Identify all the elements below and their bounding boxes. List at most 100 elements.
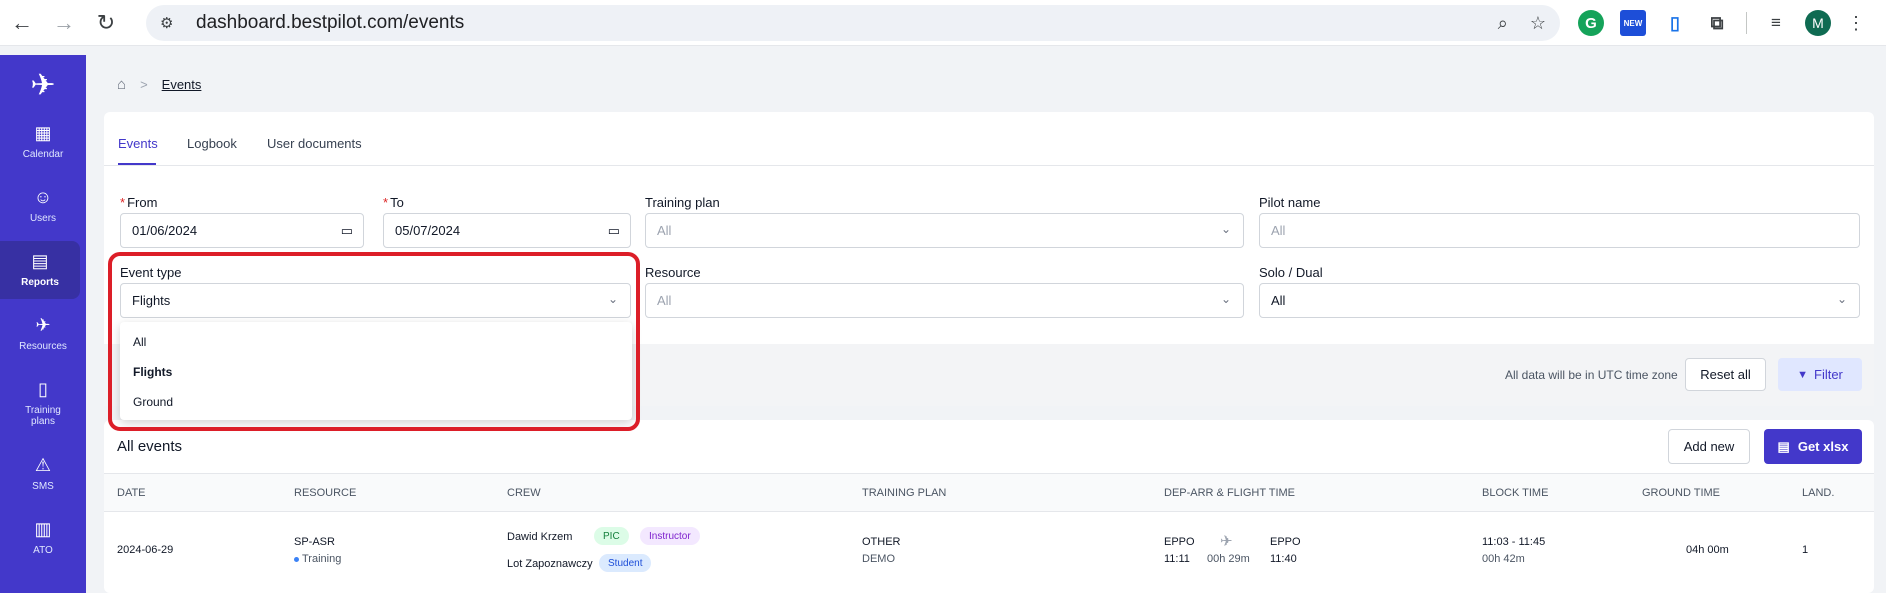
extensions-puzzle-icon[interactable]: ⧉	[1704, 10, 1730, 36]
forward-icon[interactable]: →	[50, 9, 78, 37]
column-header-block-time[interactable]: BLOCK TIME	[1482, 487, 1548, 499]
sidebar-item-label: Resources	[19, 341, 67, 352]
sidebar-item-label: Users	[29, 213, 57, 224]
sidebar-item-reports[interactable]: ▤ Reports	[0, 241, 80, 299]
from-label: * From	[120, 195, 158, 210]
column-header-landings[interactable]: LAND.	[1802, 487, 1834, 499]
sidebar-item-resources[interactable]: ✈ Resources	[0, 315, 86, 352]
active-tab-indicator	[118, 163, 156, 165]
crew-name: Lot Zapoznawczy	[507, 558, 593, 570]
to-date-input[interactable]: 05/07/2024 ▭	[383, 213, 631, 248]
chevron-down-icon: ⌄	[1220, 292, 1231, 306]
breadcrumb: ⌂ > Events	[117, 76, 201, 93]
building-icon: ▥	[34, 519, 52, 539]
row-flight-time: 00h 29m	[1207, 553, 1250, 565]
get-xlsx-label: Get xlsx	[1797, 439, 1849, 454]
filter-button-label: Filter	[1814, 367, 1843, 382]
sidebar-item-label: SMS	[32, 481, 54, 492]
from-date-input[interactable]: 01/06/2024 ▭	[120, 213, 364, 248]
address-bar[interactable]: ⚙ dashboard.bestpilot.com/events ⌕ ☆	[146, 5, 1560, 41]
resource-select[interactable]: All ⌄	[645, 283, 1244, 318]
table-header	[104, 473, 1874, 512]
pilot-name-label: Pilot name	[1259, 195, 1321, 210]
row-arrival: EPPO	[1270, 536, 1301, 548]
pic-badge: PIC	[594, 527, 629, 545]
tab-logbook[interactable]: Logbook	[187, 136, 237, 151]
extensions-area: G NEW ▯ ⧉ ≡ M ⋮	[1578, 8, 1865, 38]
column-header-crew[interactable]: CREW	[507, 487, 541, 499]
warning-icon: ⚠	[34, 455, 52, 475]
filter-button[interactable]: ▼ Filter	[1778, 358, 1862, 391]
browser-toolbar: ← → ↻ ⚙ dashboard.bestpilot.com/events ⌕…	[0, 0, 1886, 46]
sidebar-item-label: Training plans	[25, 405, 61, 427]
training-plan-select[interactable]: All ⌄	[645, 213, 1244, 248]
document-extension-icon[interactable]: ▯	[1662, 10, 1688, 36]
media-control-icon[interactable]: ≡	[1763, 10, 1789, 36]
new-extension-icon[interactable]: NEW	[1620, 10, 1646, 36]
zoom-icon[interactable]: ⌕	[1498, 13, 1508, 34]
chevron-down-icon: ⌄	[1220, 222, 1231, 236]
plane-logo-icon[interactable]: ✈	[0, 65, 86, 105]
events-title: All events	[117, 438, 183, 455]
crew-name: Dawid Krzem	[507, 531, 573, 543]
row-training-sub: DEMO	[862, 553, 895, 565]
file-icon: ▤	[1777, 438, 1790, 454]
toolbar-divider	[1746, 12, 1747, 34]
chevron-down-icon: ⌄	[1836, 292, 1847, 306]
url-text[interactable]: dashboard.bestpilot.com/events	[196, 12, 464, 34]
tab-bar: Events Logbook User documents	[104, 112, 1874, 166]
training-plan-label: Training plan	[645, 195, 720, 210]
calendar-icon[interactable]: ▭	[608, 223, 620, 239]
filter-icon: ▼	[1797, 368, 1808, 381]
instructor-badge: Instructor	[640, 527, 700, 545]
highlight-box	[108, 252, 640, 431]
site-settings-icon[interactable]: ⚙	[160, 14, 182, 32]
row-departure-time: 11:11	[1164, 553, 1190, 565]
to-label: * To	[383, 195, 404, 210]
tab-user-documents[interactable]: User documents	[267, 136, 362, 151]
solo-dual-label: Solo / Dual	[1259, 265, 1323, 280]
sidebar-item-users[interactable]: ☺ Users	[0, 187, 86, 224]
column-header-date[interactable]: DATE	[117, 487, 146, 499]
sidebar-item-label: Calendar	[22, 149, 64, 160]
sidebar: ✈ ▦ Calendar ☺ Users ▤ Reports ✈ Resourc…	[0, 55, 86, 593]
grammarly-extension-icon[interactable]: G	[1578, 10, 1604, 36]
profile-avatar[interactable]: M	[1805, 10, 1831, 36]
sidebar-item-ato[interactable]: ▥ ATO	[0, 519, 86, 556]
sidebar-item-label: Reports	[21, 277, 59, 288]
row-block-time: 11:03 - 11:45	[1482, 536, 1546, 548]
browser-menu-icon[interactable]: ⋮	[1847, 13, 1865, 34]
tab-events[interactable]: Events	[118, 136, 158, 151]
plane-icon: ✈	[35, 315, 51, 335]
column-header-training-plan[interactable]: TRAINING PLAN	[862, 487, 946, 499]
sidebar-item-calendar[interactable]: ▦ Calendar	[0, 123, 86, 160]
back-icon[interactable]: ←	[8, 9, 36, 37]
row-arrival-time: 11:40	[1270, 553, 1297, 565]
status-dot	[294, 556, 299, 562]
row-departure: EPPO	[1164, 536, 1195, 548]
pilot-name-input[interactable]: All	[1259, 213, 1860, 248]
column-header-ground-time[interactable]: GROUND TIME	[1642, 487, 1720, 499]
reset-all-button[interactable]: Reset all	[1685, 358, 1766, 391]
breadcrumb-separator: >	[140, 77, 148, 92]
solo-dual-select[interactable]: All ⌄	[1259, 283, 1860, 318]
utc-note: All data will be in UTC time zone	[1505, 368, 1678, 382]
row-training-plan: OTHER	[862, 536, 901, 548]
student-badge: Student	[599, 554, 652, 572]
row-block-duration: 00h 42m	[1482, 553, 1525, 565]
sidebar-item-training-plans[interactable]: ▯ Training plans	[0, 379, 86, 427]
sidebar-item-sms[interactable]: ⚠ SMS	[0, 455, 86, 492]
column-header-resource[interactable]: RESOURCE	[294, 487, 356, 499]
breadcrumb-events[interactable]: Events	[162, 77, 202, 92]
column-header-dep-arr[interactable]: DEP-ARR & FLIGHT TIME	[1164, 487, 1295, 499]
get-xlsx-button[interactable]: ▤ Get xlsx	[1764, 429, 1862, 464]
calendar-icon[interactable]: ▭	[341, 223, 353, 239]
plane-icon: ✈	[1220, 533, 1233, 550]
home-icon[interactable]: ⌂	[117, 76, 126, 93]
row-landings: 1	[1802, 544, 1809, 556]
reload-icon[interactable]: ↻	[92, 9, 120, 37]
bookmark-star-icon[interactable]: ☆	[1530, 13, 1546, 34]
book-icon: ▯	[38, 379, 48, 399]
reports-icon: ▤	[31, 251, 49, 271]
add-new-button[interactable]: Add new	[1668, 429, 1750, 464]
